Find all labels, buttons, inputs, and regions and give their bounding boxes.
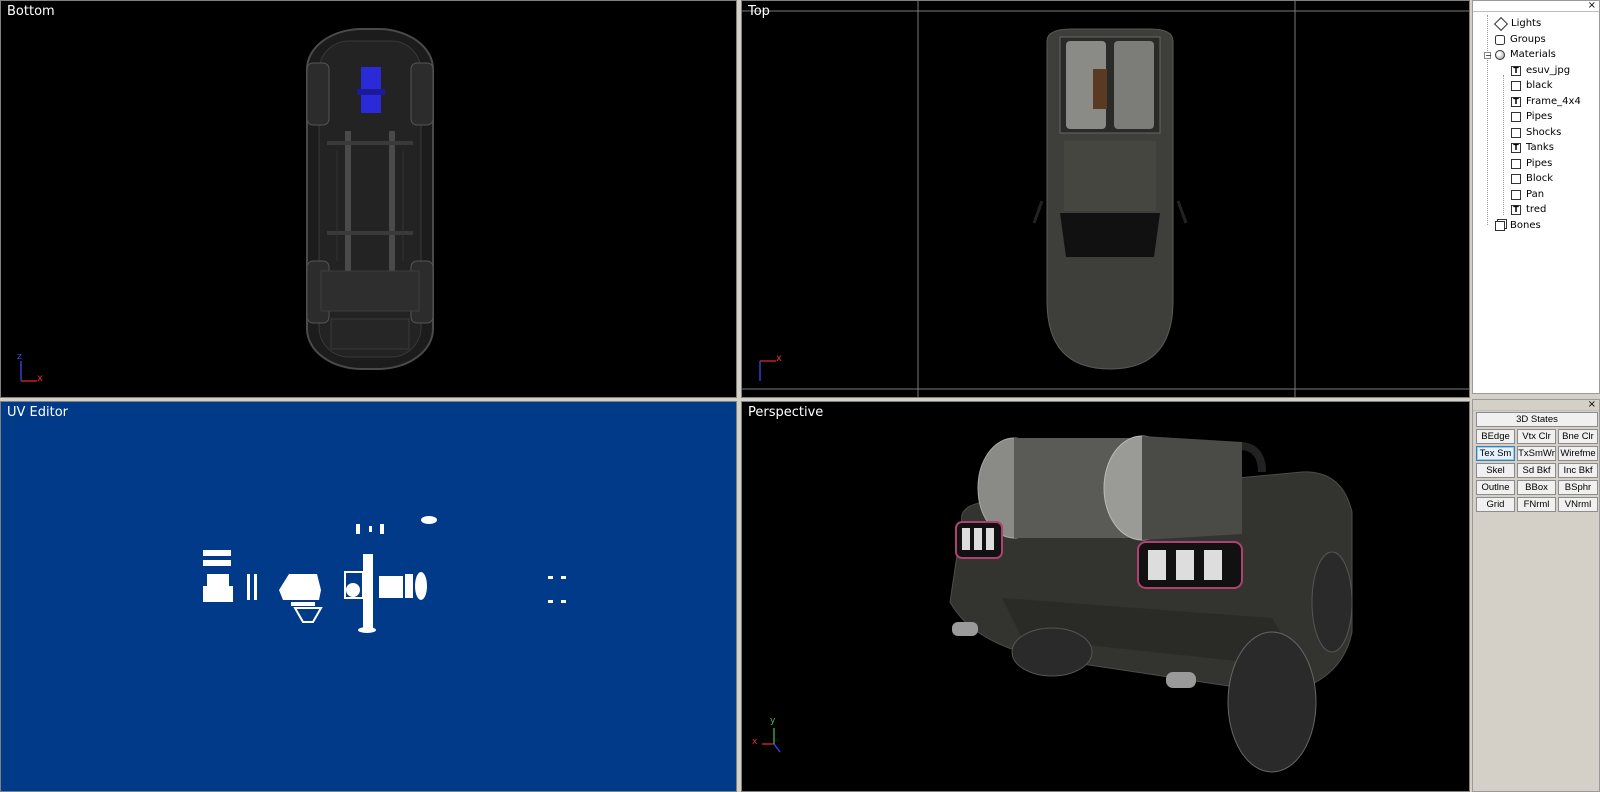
material-sphere-icon [1495, 50, 1505, 60]
tree-item-label: Groups [1510, 34, 1546, 45]
tree-item-material[interactable]: tred [1511, 203, 1546, 217]
tree-item-lights[interactable]: Lights [1493, 16, 1542, 32]
txsmwr-toggle[interactable]: TxSmWr [1517, 446, 1556, 461]
vtx-clr-toggle[interactable]: Vtx Clr [1517, 429, 1556, 444]
axis-y-label: y [770, 716, 776, 726]
expander-materials[interactable]: − [1484, 52, 1492, 60]
tree-item-material[interactable]: Block [1511, 172, 1553, 186]
bne-clr-toggle[interactable]: Bne Clr [1558, 429, 1598, 444]
tree-item-label: Shocks [1526, 127, 1562, 138]
tree-item-bones[interactable]: Bones [1495, 219, 1541, 233]
material-icon [1511, 159, 1521, 169]
bsphr-toggle[interactable]: BSphr [1558, 480, 1598, 495]
tree-item-label: Pipes [1526, 111, 1553, 122]
tree-item-material[interactable]: Pan [1511, 188, 1544, 202]
material-icon [1511, 174, 1521, 184]
material-icon [1511, 81, 1521, 91]
axis-gizmo [20, 361, 37, 382]
axis-z-label: z [17, 352, 22, 362]
tex-sm-toggle[interactable]: Tex Sm [1476, 446, 1515, 461]
tree-item-label: Pipes [1526, 158, 1553, 169]
panel-titlebar [1473, 400, 1599, 411]
sd-bkf-toggle[interactable]: Sd Bkf [1517, 463, 1556, 478]
close-icon[interactable]: × [1588, 1, 1596, 11]
tree-item-label: Lights [1511, 18, 1542, 29]
texture-icon [1511, 97, 1521, 107]
viewport-title: UV Editor [7, 405, 69, 420]
tree-item-label: black [1526, 80, 1553, 91]
wireframe-toggle[interactable]: Wirefme [1558, 446, 1598, 461]
fnrml-toggle[interactable]: FNrml [1517, 497, 1556, 512]
axis-x-label: x [752, 737, 758, 747]
tree-item-label: Pan [1526, 189, 1545, 200]
panel-titlebar [1473, 1, 1599, 12]
tree-item-material[interactable]: Pipes [1511, 157, 1552, 171]
render-states-panel: × 3D States BEdge Vtx Clr Bne Clr Tex Sm… [1472, 399, 1600, 792]
viewport-title: Perspective [748, 405, 824, 420]
axis-gizmo [762, 728, 781, 753]
outline-toggle[interactable]: Outlne [1476, 480, 1515, 495]
tree-item-material[interactable]: esuv_jpg [1511, 64, 1570, 78]
tree-item-label: Materials [1510, 49, 1556, 60]
tree-item-material[interactable]: black [1511, 79, 1553, 93]
texture-icon [1511, 66, 1521, 76]
bbox-toggle[interactable]: BBox [1517, 480, 1556, 495]
material-icon [1511, 112, 1521, 122]
tree-item-label: Tanks [1526, 142, 1554, 153]
bedge-toggle[interactable]: BEdge [1476, 429, 1515, 444]
vnrml-toggle[interactable]: VNrml [1558, 497, 1598, 512]
tree-item-materials[interactable]: Materials [1495, 48, 1556, 62]
inc-bkf-toggle[interactable]: Inc Bkf [1558, 463, 1598, 478]
viewport-bottom[interactable]: Bottom x z [0, 0, 737, 398]
tree-item-material[interactable]: Frame_4x4 [1511, 95, 1581, 109]
viewport-title: Bottom [7, 4, 55, 19]
material-icon [1511, 190, 1521, 200]
grid-toggle[interactable]: Grid [1476, 497, 1515, 512]
texture-icon [1511, 143, 1521, 153]
viewport-top[interactable]: Top x [741, 0, 1470, 398]
axis-gizmo [759, 360, 776, 381]
tree-item-label: Block [1526, 173, 1554, 184]
skel-toggle[interactable]: Skel [1476, 463, 1515, 478]
tree-item-label: tred [1526, 204, 1547, 215]
viewport-title: Top [748, 4, 770, 19]
light-icon [1493, 16, 1509, 32]
material-icon [1511, 128, 1521, 138]
tree-item-groups[interactable]: Groups [1495, 33, 1546, 47]
tree-item-label: esuv_jpg [1526, 65, 1571, 76]
group-icon [1495, 35, 1505, 45]
close-icon[interactable]: × [1588, 400, 1596, 410]
axis-x-label: x [37, 373, 43, 384]
tree-item-material[interactable]: Tanks [1511, 141, 1554, 155]
tree-item-material[interactable]: Shocks [1511, 126, 1561, 140]
texture-icon [1511, 205, 1521, 215]
uv-islands [203, 516, 566, 633]
tree-item-material[interactable]: Pipes [1511, 110, 1552, 124]
viewport-perspective[interactable]: Perspective x y [741, 401, 1470, 792]
states-header-button[interactable]: 3D States [1476, 412, 1598, 427]
bones-icon [1495, 221, 1505, 231]
viewport-uv-editor[interactable]: UV Editor [0, 401, 737, 792]
tree-item-label: Bones [1510, 220, 1541, 231]
tree-item-label: Frame_4x4 [1526, 96, 1581, 107]
axis-x-label: x [776, 353, 782, 364]
scene-tree-panel: × − Lights Groups Materials esuv_jpg bla… [1472, 0, 1600, 394]
